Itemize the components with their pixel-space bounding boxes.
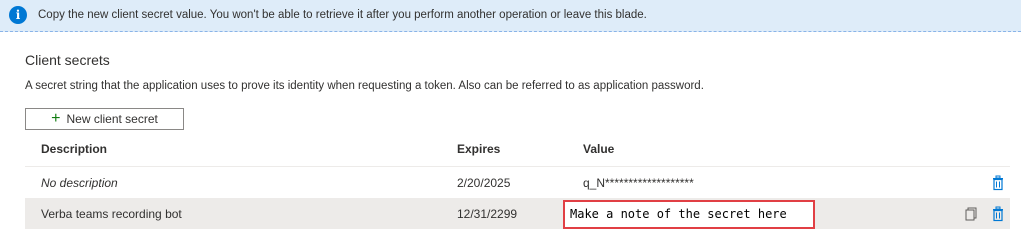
trash-icon[interactable] [990,175,1006,191]
row-2-description: Verba teams recording bot [41,207,182,221]
row-1-description: No description [41,176,118,190]
trash-icon[interactable] [990,206,1006,222]
row-1-expires: 2/20/2025 [457,176,511,190]
row-2-value[interactable]: Make a note of the secret here [570,207,787,221]
plus-icon: + [51,110,61,127]
row-2-expires: 12/31/2299 [457,207,518,221]
copy-icon[interactable] [963,206,979,222]
new-client-secret-button[interactable]: + New client secret [25,108,184,130]
info-banner: i Copy the new client secret value. You … [0,0,1021,32]
column-header-expires: Expires [457,142,501,156]
section-title: Client secrets [25,52,110,68]
banner-message: Copy the new client secret value. You wo… [38,9,647,21]
info-icon: i [9,6,27,24]
header-divider [25,166,1010,167]
column-header-description: Description [41,142,108,156]
row-1-value: q_N******************* [583,176,694,190]
section-description: A secret string that the application use… [25,80,704,92]
column-header-value: Value [583,142,615,156]
new-client-secret-label: New client secret [66,112,158,126]
